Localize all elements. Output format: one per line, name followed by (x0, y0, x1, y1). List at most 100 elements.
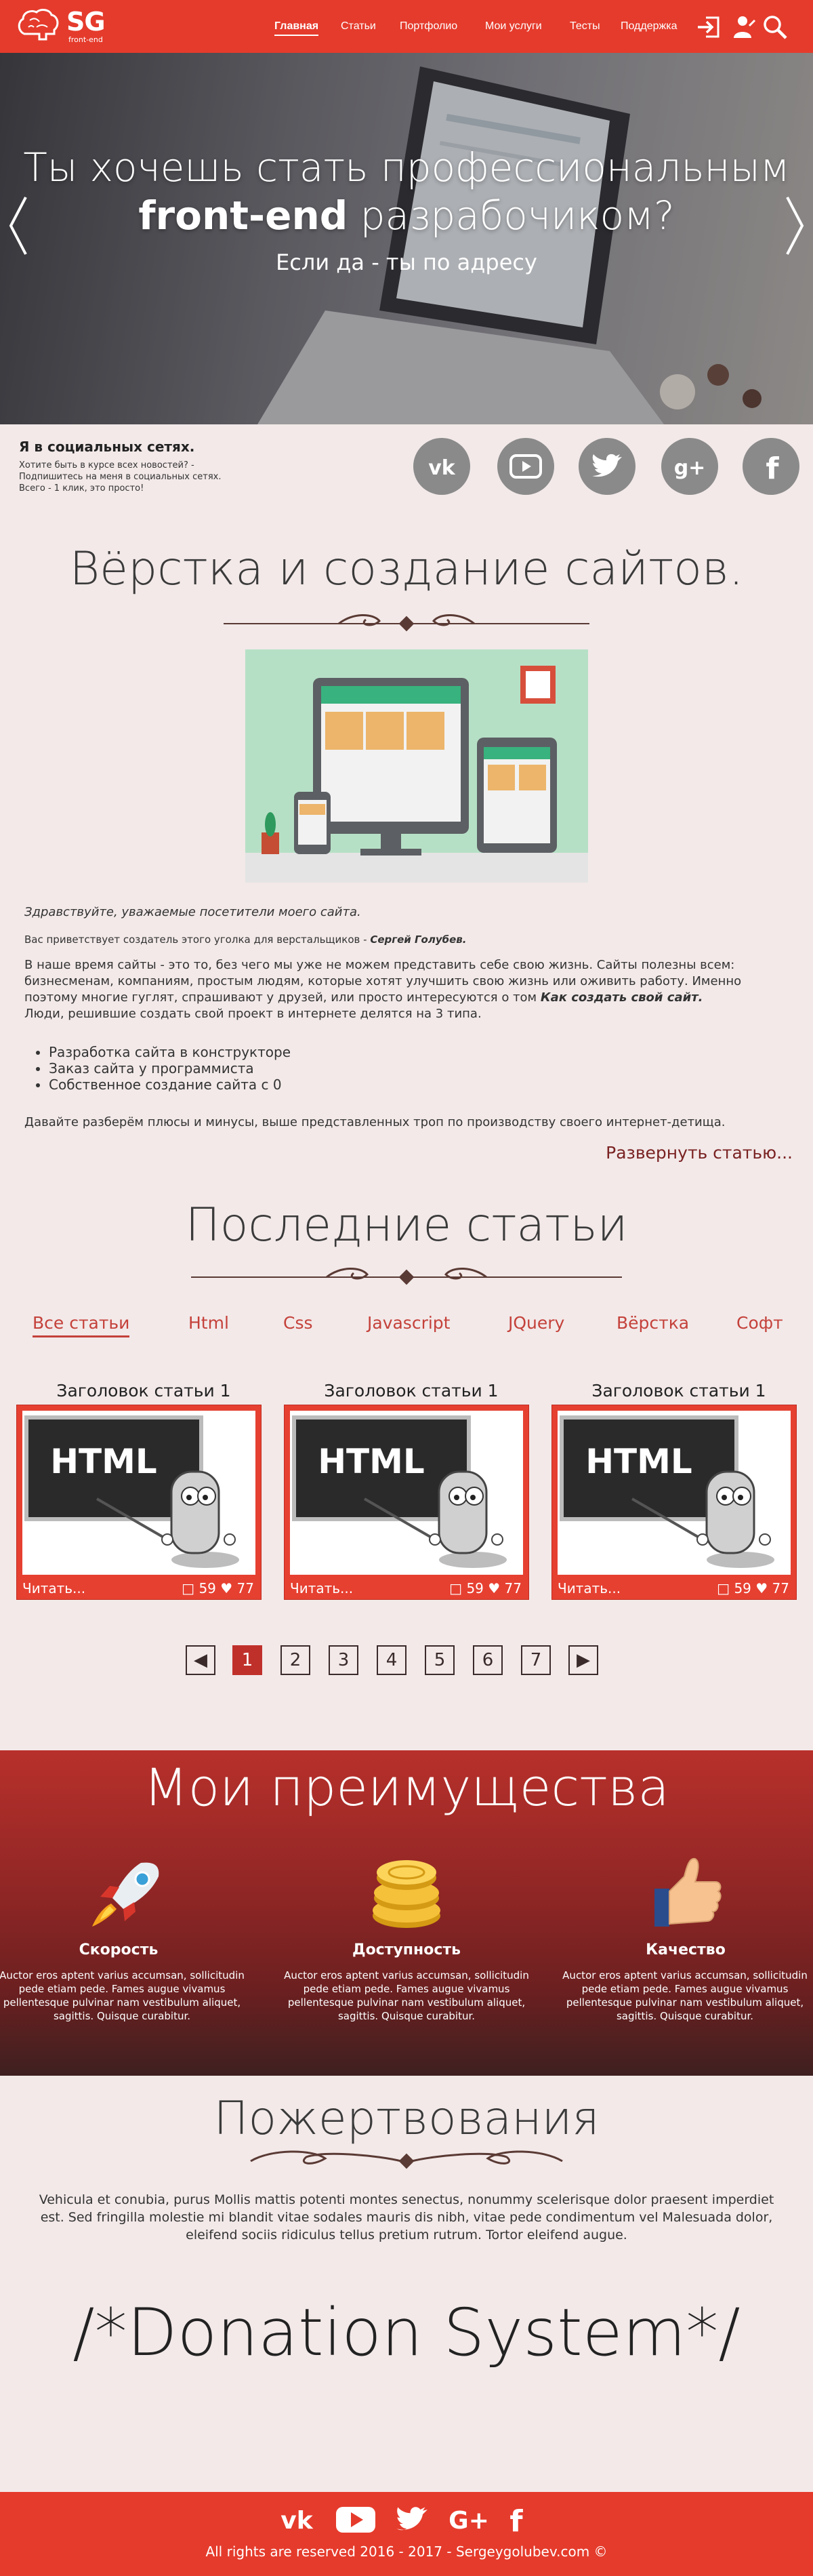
board-text: HTML (318, 1442, 425, 1481)
logo-subtitle: front-end (68, 35, 103, 44)
svg-text:G+: G+ (449, 2507, 489, 2535)
intro-paragraph-3: Давайте разберём плюсы и минусы, выше пр… (24, 1115, 726, 1129)
tab-javascript[interactable]: Javascript (367, 1313, 450, 1333)
intro-title: Вёрстка и создание сайтов. (69, 542, 744, 596)
tab-jquery[interactable]: JQuery (508, 1313, 564, 1333)
html-robot-illustration: HTML (292, 1415, 507, 1568)
googleplus-icon[interactable]: g+ (661, 438, 718, 495)
nav-home[interactable]: Главная (274, 20, 319, 36)
slider-next-icon[interactable] (780, 192, 808, 260)
comment-icon: □ (182, 1580, 195, 1596)
social-title: Я в социальных сетях. (19, 439, 195, 455)
list-item: Заказ сайта у программиста (49, 1060, 291, 1076)
facebook-icon[interactable]: f (504, 2503, 528, 2535)
heart-icon[interactable]: ♥ (488, 1580, 500, 1596)
intro-paragraph-1: В наше время сайты - это то, без чего мы… (24, 957, 797, 1022)
slider-prev-icon[interactable] (5, 192, 33, 260)
login-icon[interactable] (695, 14, 722, 41)
intro-author-name: Сергей Голубев. (370, 933, 467, 946)
hero-title-line2: front-end разрабочиком? (0, 193, 813, 239)
article-card-title[interactable]: Заголовок статьи 1 (22, 1381, 266, 1401)
ornament-divider (191, 1267, 622, 1285)
article-image: HTML (290, 1411, 523, 1575)
like-count: 77 (504, 1580, 522, 1596)
thumbs-up-icon (654, 1857, 722, 1927)
read-more-link[interactable]: Читать... (558, 1580, 621, 1596)
comment-count: 59 (466, 1580, 484, 1596)
card-stats: □ 59 ♥ 77 (182, 1580, 254, 1596)
page-button[interactable]: 6 (473, 1645, 503, 1675)
article-card[interactable]: HTML Читать... □ 59 ♥ 77 (16, 1405, 262, 1600)
tab-soft[interactable]: Софт (736, 1313, 783, 1333)
nav-tests[interactable]: Тесты (570, 20, 600, 33)
hero-title-line1: Ты хочешь стать профессиональным (23, 144, 790, 190)
hero-overlay (0, 53, 813, 424)
googleplus-icon[interactable]: G+ (447, 2503, 491, 2535)
donation-system-placeholder: /*Donation System*/ (72, 2295, 741, 2371)
page-button[interactable]: 1 (232, 1645, 262, 1675)
nav-support[interactable]: Поддержка (621, 20, 677, 33)
social-text-line: Всего - 1 клик, это просто! (19, 483, 144, 494)
nav-services[interactable]: Мои услуги (485, 20, 542, 33)
facebook-icon[interactable]: f (743, 438, 799, 495)
vk-icon[interactable]: vk (275, 2503, 318, 2535)
user-icon[interactable] (730, 14, 757, 41)
advantage-text: Auctor eros aptent varius accumsan, soll… (562, 1969, 808, 2022)
page-button[interactable]: 7 (521, 1645, 551, 1675)
donation-text: Vehicula et conubia, purus Mollis mattis… (39, 2192, 774, 2242)
vk-icon[interactable]: vk (413, 438, 470, 495)
triangle-left-icon: ◀ (194, 1650, 207, 1670)
article-card-title[interactable]: Заголовок статьи 1 (557, 1381, 801, 1401)
page-button[interactable]: 4 (377, 1645, 406, 1675)
hero-banner (0, 53, 813, 424)
copyright-text: All rights are reserved 2016 - 2017 - Se… (205, 2543, 608, 2560)
triangle-right-icon: ▶ (577, 1650, 590, 1670)
advantage-title: Качество (646, 1941, 726, 1958)
board-text: HTML (585, 1442, 692, 1481)
intro-author: Вас приветствует создатель этого уголка … (24, 931, 804, 948)
youtube-icon[interactable] (497, 438, 554, 495)
page-button[interactable]: 5 (425, 1645, 455, 1675)
heart-icon[interactable]: ♥ (755, 1580, 768, 1596)
nav-articles[interactable]: Статьи (341, 20, 376, 33)
like-count: 77 (236, 1580, 254, 1596)
advantage-text: Auctor eros aptent varius accumsan, soll… (0, 1969, 245, 2022)
read-more-link[interactable]: Читать... (22, 1580, 85, 1596)
list-item: Собственное создание сайта с 0 (49, 1076, 291, 1093)
logo-text[interactable]: SG (66, 7, 106, 37)
card-stats: □ 59 ♥ 77 (449, 1580, 522, 1596)
page-button[interactable]: 2 (280, 1645, 310, 1675)
html-robot-illustration: HTML (560, 1415, 774, 1568)
intro-paragraph-2: Люди, решившие создать свой проект в инт… (24, 1007, 482, 1021)
comment-count: 59 (199, 1580, 216, 1596)
svg-text:f: f (766, 451, 779, 486)
article-card[interactable]: HTML Читать... □ 59 ♥ 77 (551, 1405, 797, 1600)
advantage-text: Auctor eros aptent varius accumsan, soll… (284, 1969, 529, 2022)
ornament-divider (224, 613, 589, 632)
article-card[interactable]: HTML Читать... □ 59 ♥ 77 (284, 1405, 529, 1600)
read-more-link[interactable]: Читать... (290, 1580, 353, 1596)
html-robot-illustration: HTML (24, 1415, 239, 1568)
youtube-icon[interactable] (335, 2503, 377, 2535)
page-button[interactable]: 3 (329, 1645, 358, 1675)
page-next-button[interactable]: ▶ (568, 1645, 598, 1675)
hero-subtitle: Если да - ты по адресу (276, 249, 537, 275)
article-card-title[interactable]: Заголовок статьи 1 (289, 1381, 533, 1401)
comment-icon: □ (717, 1580, 730, 1596)
brain-logo-icon[interactable] (16, 7, 64, 43)
tab-html[interactable]: Html (188, 1313, 229, 1333)
intro-paragraph-bold: Как создать свой сайт. (540, 990, 703, 1005)
tab-layout[interactable]: Вёрстка (617, 1313, 689, 1333)
tab-all[interactable]: Все статьи (33, 1313, 130, 1337)
expand-article-link[interactable]: Развернуть статью... (606, 1143, 793, 1163)
twitter-icon[interactable] (394, 2503, 432, 2535)
search-icon[interactable] (762, 14, 789, 41)
tab-css[interactable]: Css (283, 1313, 313, 1333)
ornament-divider (250, 2150, 563, 2169)
page-prev-button[interactable]: ◀ (186, 1645, 215, 1675)
social-text-line: Хотите быть в курсе всех новостей? - (19, 460, 194, 470)
heart-icon[interactable]: ♥ (220, 1580, 232, 1596)
nav-portfolio[interactable]: Портфолио (400, 20, 457, 33)
twitter-icon[interactable] (579, 438, 635, 495)
board-text: HTML (50, 1442, 157, 1481)
